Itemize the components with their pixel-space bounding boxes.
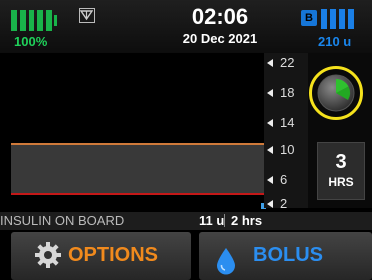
signal-icon <box>79 8 95 23</box>
iob-divider <box>224 214 225 227</box>
graph-y-axis: 22 18 14 10 6 2 <box>264 53 308 211</box>
b-badge: B <box>301 10 317 26</box>
iob-hours: 2 hrs <box>231 213 263 228</box>
battery-icon <box>11 10 57 31</box>
dial-icon <box>317 74 355 112</box>
target-range-band <box>11 143 264 195</box>
timeframe-hours: 3 <box>335 151 347 173</box>
glucose-graph[interactable] <box>11 53 266 209</box>
axis-tick: 10 <box>264 142 308 157</box>
axis-tick: 6 <box>264 172 308 187</box>
clock-date: 20 Dec 2021 <box>182 31 258 46</box>
timeframe-unit: HRS <box>328 175 354 189</box>
axis-tick: 14 <box>264 115 308 130</box>
axis-tick: 22 <box>264 55 308 70</box>
iob-label: INSULIN ON BOARD <box>0 213 125 228</box>
options-button[interactable]: OPTIONS <box>11 232 191 280</box>
cgm-status-dial-button[interactable] <box>317 74 355 112</box>
axis-tick: 18 <box>264 85 308 100</box>
water-drop-icon <box>217 248 235 275</box>
bolus-button[interactable]: BOLUS <box>199 232 372 280</box>
options-label: OPTIONS <box>68 244 159 266</box>
timeframe-button[interactable]: 3 HRS <box>317 142 365 200</box>
insulin-on-board-bar: INSULIN ON BOARD 11 u 2 hrs <box>0 212 372 230</box>
iob-units: 11 u <box>199 213 225 228</box>
bolus-label: BOLUS <box>253 244 323 266</box>
axis-tick: 2 <box>264 196 308 211</box>
battery-percent: 100% <box>14 34 48 49</box>
gear-icon <box>35 242 61 268</box>
clock-time: 02:06 <box>191 4 249 29</box>
status-bar: 100% 02:06 20 Dec 2021 B 210 u <box>0 0 372 53</box>
insulin-cartridge-icon <box>321 9 354 29</box>
insulin-remaining: 210 u <box>318 34 352 49</box>
